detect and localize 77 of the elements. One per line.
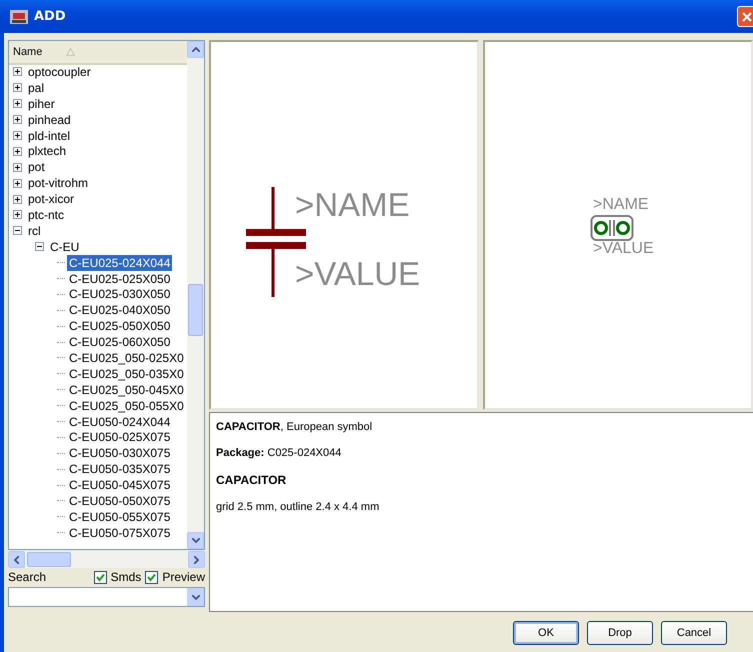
- tree-item[interactable]: C-EU025-060X050: [67, 334, 172, 350]
- tree-item[interactable]: C-EU025-024X044: [67, 254, 172, 271]
- close-button[interactable]: [737, 6, 753, 27]
- checkbox-label[interactable]: Preview: [162, 570, 205, 584]
- tree-item[interactable]: pot-xicor: [26, 191, 76, 208]
- tree-item[interactable]: C-EU025_050-035X0: [67, 366, 186, 382]
- scroll-up-button[interactable]: [187, 41, 204, 58]
- tree-item[interactable]: ptc-ntc: [26, 206, 66, 223]
- tree-item[interactable]: C-EU050-055X075: [67, 508, 172, 525]
- expander-icon[interactable]: [35, 242, 44, 252]
- scroll-thumb[interactable]: [188, 284, 203, 336]
- expander-icon[interactable]: [13, 67, 22, 76]
- capacitor-footprint-drawing: [590, 215, 634, 241]
- dialog-button[interactable]: OK: [513, 621, 579, 645]
- tree-item[interactable]: C-EU025-030X050: [67, 286, 172, 302]
- expander-icon[interactable]: [13, 210, 22, 220]
- search-label: Search: [8, 570, 46, 584]
- horizontal-scrollbar[interactable]: [8, 551, 205, 568]
- expander-icon[interactable]: [13, 99, 22, 108]
- description-text: CAPACITOR, European symbol: [216, 421, 374, 433]
- tree-item[interactable]: C-EU050-035X075: [67, 461, 172, 478]
- tree-item[interactable]: C-EU025_050-055X0: [67, 398, 186, 414]
- tree-item[interactable]: C-EU025_050-025X0: [67, 350, 186, 366]
- dropdown-button[interactable]: [187, 588, 204, 606]
- scroll-thumb[interactable]: [27, 552, 71, 567]
- scroll-left-button[interactable]: [8, 551, 25, 568]
- value-text: >VALUE: [295, 257, 420, 290]
- expander-icon[interactable]: [13, 83, 22, 92]
- tree-item[interactable]: C-EU050-075X075: [67, 524, 172, 541]
- dialog-button[interactable]: Cancel: [661, 621, 727, 645]
- close-icon: [741, 10, 753, 22]
- tree-item[interactable]: C-EU050-025X075: [67, 429, 172, 446]
- tree-item[interactable]: plxtech: [26, 143, 68, 160]
- tree-item[interactable]: C-EU050-024X044: [67, 414, 172, 430]
- name-text: >NAME: [593, 197, 649, 213]
- tree-item[interactable]: C-EU050-050X075: [67, 493, 172, 509]
- checkmark-icon: [96, 572, 105, 582]
- tree-item[interactable]: C-EU050-030X075: [67, 445, 172, 462]
- expander-icon[interactable]: [13, 194, 22, 204]
- sort-icon: [66, 48, 76, 56]
- tree-item[interactable]: C-EU025-040X050: [67, 302, 172, 318]
- checkmark-icon: [147, 572, 156, 582]
- tree-item[interactable]: C-EU025-050X050: [67, 318, 172, 334]
- checkbox-label[interactable]: Smds: [110, 570, 142, 584]
- tree-item[interactable]: pinhead: [26, 112, 73, 128]
- tree-item[interactable]: rcl: [26, 222, 43, 239]
- description-text: CAPACITOR: [216, 473, 288, 487]
- description-text: grid 2.5 mm, outline 2.4 x 4.4 mm: [216, 501, 380, 513]
- tree-item[interactable]: C-EU025_050-045X0: [67, 382, 186, 398]
- tree-item[interactable]: pld-intel: [26, 128, 72, 144]
- tree-item[interactable]: C-EU025-025X050: [67, 270, 172, 287]
- tree-item[interactable]: pot: [26, 159, 47, 176]
- window-title: ADD: [34, 9, 66, 24]
- expander-icon[interactable]: [13, 178, 22, 188]
- search-field[interactable]: [8, 587, 205, 607]
- expander-icon[interactable]: [13, 115, 22, 124]
- checkbox[interactable]: [94, 570, 107, 584]
- value-text: >VALUE: [593, 241, 654, 257]
- expander-icon[interactable]: [13, 162, 22, 172]
- tree-item[interactable]: C-EU: [48, 238, 82, 255]
- tree-item[interactable]: piher: [26, 96, 57, 112]
- scroll-down-button[interactable]: [187, 532, 204, 549]
- name-text: >NAME: [295, 188, 410, 221]
- tree-item[interactable]: optocoupler: [26, 65, 93, 80]
- dialog-button[interactable]: Drop: [587, 621, 653, 645]
- tree-item[interactable]: pot-vitrohm: [26, 175, 90, 192]
- expander-icon[interactable]: [13, 131, 22, 140]
- tree-item[interactable]: C-EU050-045X075: [67, 477, 172, 494]
- column-header[interactable]: Name: [9, 41, 187, 65]
- description-text: Package: C025-024X044: [216, 447, 342, 459]
- checkbox[interactable]: [145, 570, 158, 584]
- expander-icon[interactable]: [13, 226, 22, 236]
- vertical-scrollbar[interactable]: [187, 41, 204, 549]
- expander-icon[interactable]: [13, 146, 22, 156]
- tree-item[interactable]: pal: [26, 80, 46, 96]
- app-icon: [10, 10, 28, 24]
- scroll-right-button[interactable]: [188, 551, 205, 568]
